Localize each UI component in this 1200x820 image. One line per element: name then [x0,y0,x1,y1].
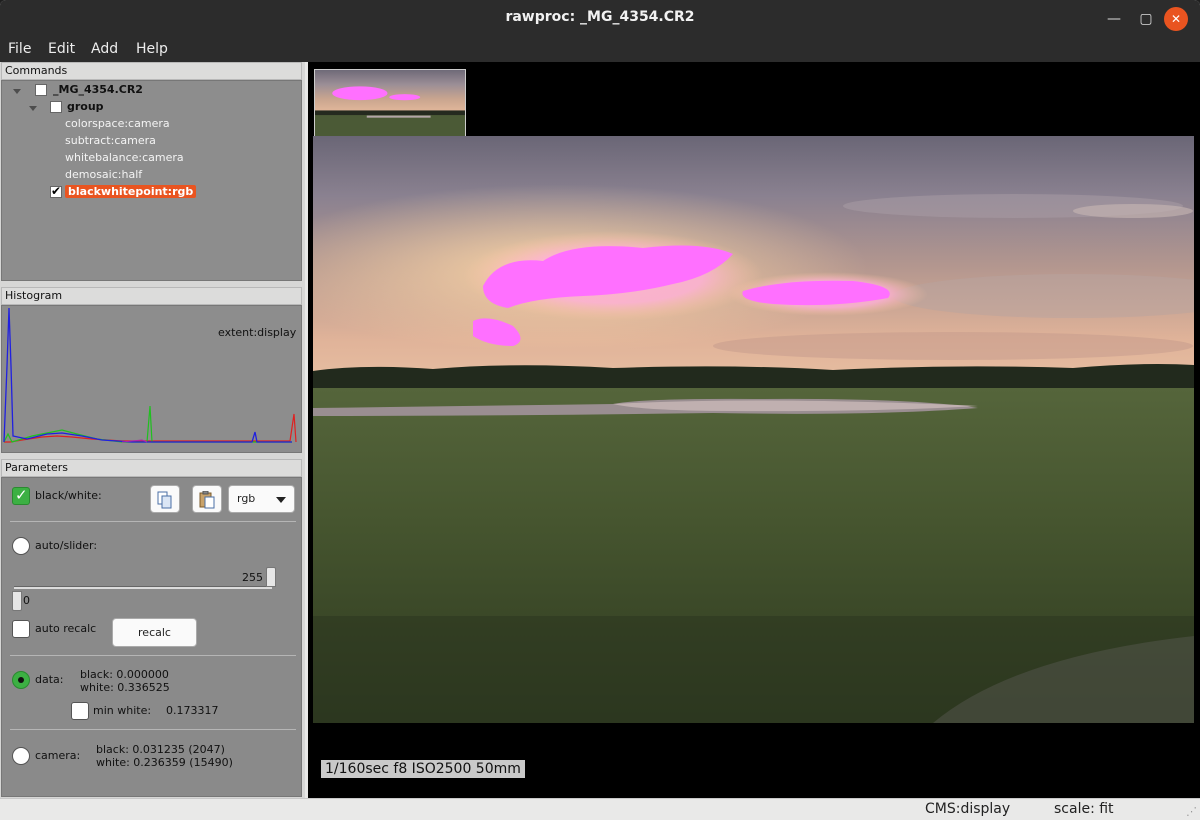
left-panel: Commands _MG_4354.CR2 group colorspace:c… [0,62,305,798]
menu-edit[interactable]: Edit [48,41,75,57]
menu-help[interactable]: Help [136,41,168,57]
camera-white-value: white: 0.236359 (15490) [96,756,233,769]
group-checkbox[interactable] [50,101,62,113]
histogram-panel: extent:display [1,305,302,453]
menu-file[interactable]: File [8,41,31,57]
auto-recalc-label: auto recalc [35,622,97,635]
selected-checkbox[interactable] [50,184,62,198]
exif-overlay: 1/160sec f8 ISO2500 50mm [321,760,525,778]
copy-button[interactable] [150,485,180,513]
recalc-button[interactable]: recalc [112,618,197,647]
auto-slider-label: auto/slider: [35,539,98,552]
min-white-checkbox[interactable] [71,702,89,720]
menu-add[interactable]: Add [91,41,118,57]
histogram-header: Histogram [1,287,302,305]
camera-black-value: black: 0.031235 (2047) [96,743,225,756]
tree-item[interactable]: subtract:camera [65,133,156,149]
tree-item[interactable]: whitebalance:camera [65,150,184,166]
tree-root[interactable]: _MG_4354.CR2 [53,82,143,98]
separator [10,655,296,656]
separator [10,729,296,730]
commands-tree: _MG_4354.CR2 group colorspace:camera sub… [1,80,302,281]
channel-select[interactable]: rgb [228,485,295,513]
data-white-value: white: 0.336525 [80,681,170,694]
resize-grip-icon[interactable]: ⋰ [1186,805,1197,818]
slider-min-handle[interactable] [12,591,22,611]
data-black-value: black: 0.000000 [80,668,169,681]
tree-item[interactable]: demosaic:half [65,167,142,183]
slider-max-handle[interactable] [266,567,276,587]
close-icon[interactable]: ✕ [1164,7,1188,31]
expand-triangle-icon[interactable] [13,89,21,94]
channel-value: rgb [237,492,256,505]
auto-recalc-checkbox[interactable] [12,620,30,638]
minimize-icon[interactable]: — [1102,7,1126,31]
title-bar: rawproc: _MG_4354.CR2 — ▢ ✕ [0,0,1200,37]
app-window: rawproc: _MG_4354.CR2 — ▢ ✕ File Edit Ad… [0,0,1200,820]
dropdown-arrow-icon [276,497,286,503]
histogram-red-curve [4,413,297,443]
main-image[interactable] [313,136,1194,723]
data-label: data: [35,673,64,686]
black-white-checkbox[interactable] [12,486,30,505]
data-radio[interactable] [12,671,30,689]
black-white-label: black/white: [35,489,102,502]
tree-item-selected[interactable]: blackwhitepoint:rgb [65,185,197,198]
camera-radio[interactable] [12,747,30,765]
image-viewer[interactable]: 1/160sec f8 ISO2500 50mm [308,62,1200,798]
landscape-photo [313,136,1194,723]
paste-button[interactable] [192,485,222,513]
slider-track[interactable] [14,586,272,589]
tree-group[interactable]: group [67,99,104,115]
maximize-icon[interactable]: ▢ [1134,7,1158,31]
scale-status: scale: fit [1054,801,1114,817]
cms-status: CMS:display [925,801,1011,817]
copy-icon [157,491,172,509]
commands-header: Commands [1,62,302,80]
parameters-header: Parameters [1,459,302,477]
slider-max-value: 255 [242,571,263,584]
separator [10,521,296,522]
menu-bar: File Edit Add Help [0,37,1200,62]
auto-slider-radio[interactable] [12,537,30,555]
status-bar: CMS:display scale: fit ⋰ [0,798,1200,820]
slider-min-value: 0 [23,594,30,607]
root-checkbox[interactable] [35,84,47,96]
paste-icon [199,490,215,509]
min-white-label: min white: [93,704,152,717]
parameters-panel: black/white: rgb auto/slide [1,477,302,797]
expand-triangle-icon[interactable] [29,106,37,111]
histogram-extent-label: extent:display [218,326,297,339]
window-title: rawproc: _MG_4354.CR2 [505,9,695,25]
tree-item[interactable]: colorspace:camera [65,116,170,132]
camera-label: camera: [35,749,81,762]
min-white-value: 0.173317 [166,704,219,717]
